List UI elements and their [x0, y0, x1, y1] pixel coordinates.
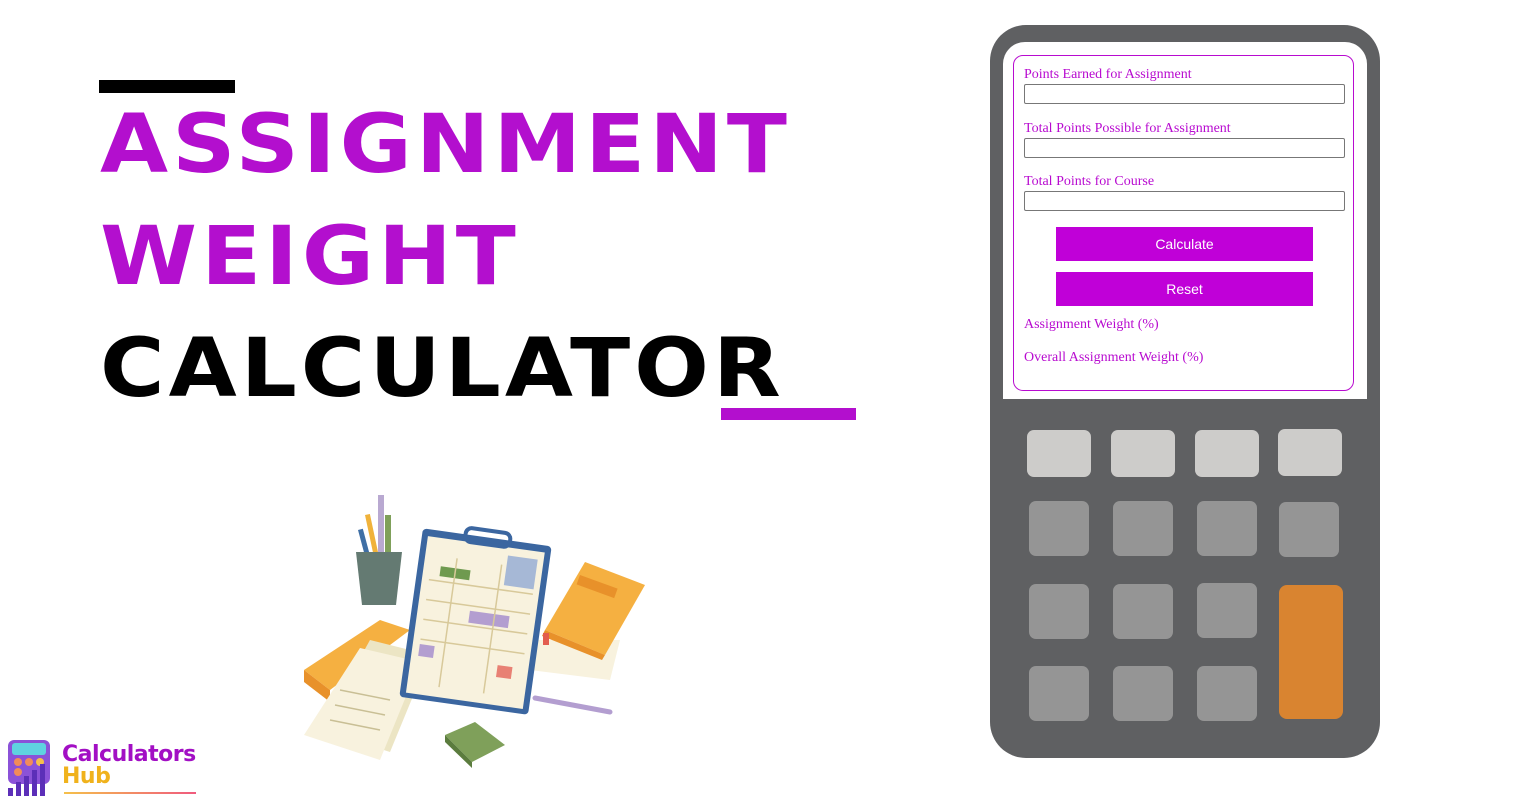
title-line-calculator: CALCULATOR — [100, 320, 785, 416]
total-points-course-label: Total Points for Course — [1024, 174, 1155, 189]
calculator-key — [1278, 429, 1342, 476]
calculator-key — [1197, 666, 1257, 721]
title-line-assignment: ASSIGNMENT — [100, 96, 791, 192]
calculator-equals-key — [1279, 585, 1343, 719]
overall-assignment-weight-result: Overall Assignment Weight (%) — [1024, 350, 1204, 365]
reset-button[interactable]: Reset — [1056, 272, 1313, 306]
calculator-key — [1029, 501, 1089, 556]
calculator-form: Points Earned for Assignment Total Point… — [1013, 55, 1354, 391]
calculator-key — [1279, 502, 1339, 557]
logo-text-hub: Hub — [62, 764, 111, 789]
title-top-bar — [99, 80, 235, 93]
sticky-note-icon — [445, 722, 505, 768]
total-points-possible-input[interactable] — [1024, 138, 1345, 158]
calculator-key — [1113, 501, 1173, 556]
clipboard-icon — [399, 526, 552, 715]
calculator-chart-logo-icon — [8, 740, 50, 796]
calculate-button[interactable]: Calculate — [1056, 227, 1313, 261]
points-earned-input[interactable] — [1024, 84, 1345, 104]
clipboard-study-illustration-icon — [304, 495, 645, 768]
total-points-possible-label: Total Points Possible for Assignment — [1024, 121, 1231, 136]
calculator-key — [1029, 666, 1089, 721]
calculator-key — [1111, 430, 1175, 477]
calculators-hub-logo[interactable]: Calculators Hub — [6, 738, 206, 798]
total-points-course-input[interactable] — [1024, 191, 1345, 211]
calculator-key — [1197, 501, 1257, 556]
title-line-weight: WEIGHT — [100, 208, 520, 304]
title-underline-bar — [721, 408, 856, 420]
calculator-key — [1027, 430, 1091, 477]
calculator-key — [1197, 583, 1257, 638]
assignment-weight-result: Assignment Weight (%) — [1024, 317, 1159, 332]
calculator-key — [1195, 430, 1259, 477]
calculator-key — [1029, 584, 1089, 639]
pencil-cup-icon — [356, 495, 402, 605]
pen-icon — [532, 695, 613, 715]
points-earned-label: Points Earned for Assignment — [1024, 67, 1192, 82]
calculator-key — [1113, 584, 1173, 639]
calculator-key — [1113, 666, 1173, 721]
logo-underline — [64, 792, 196, 794]
